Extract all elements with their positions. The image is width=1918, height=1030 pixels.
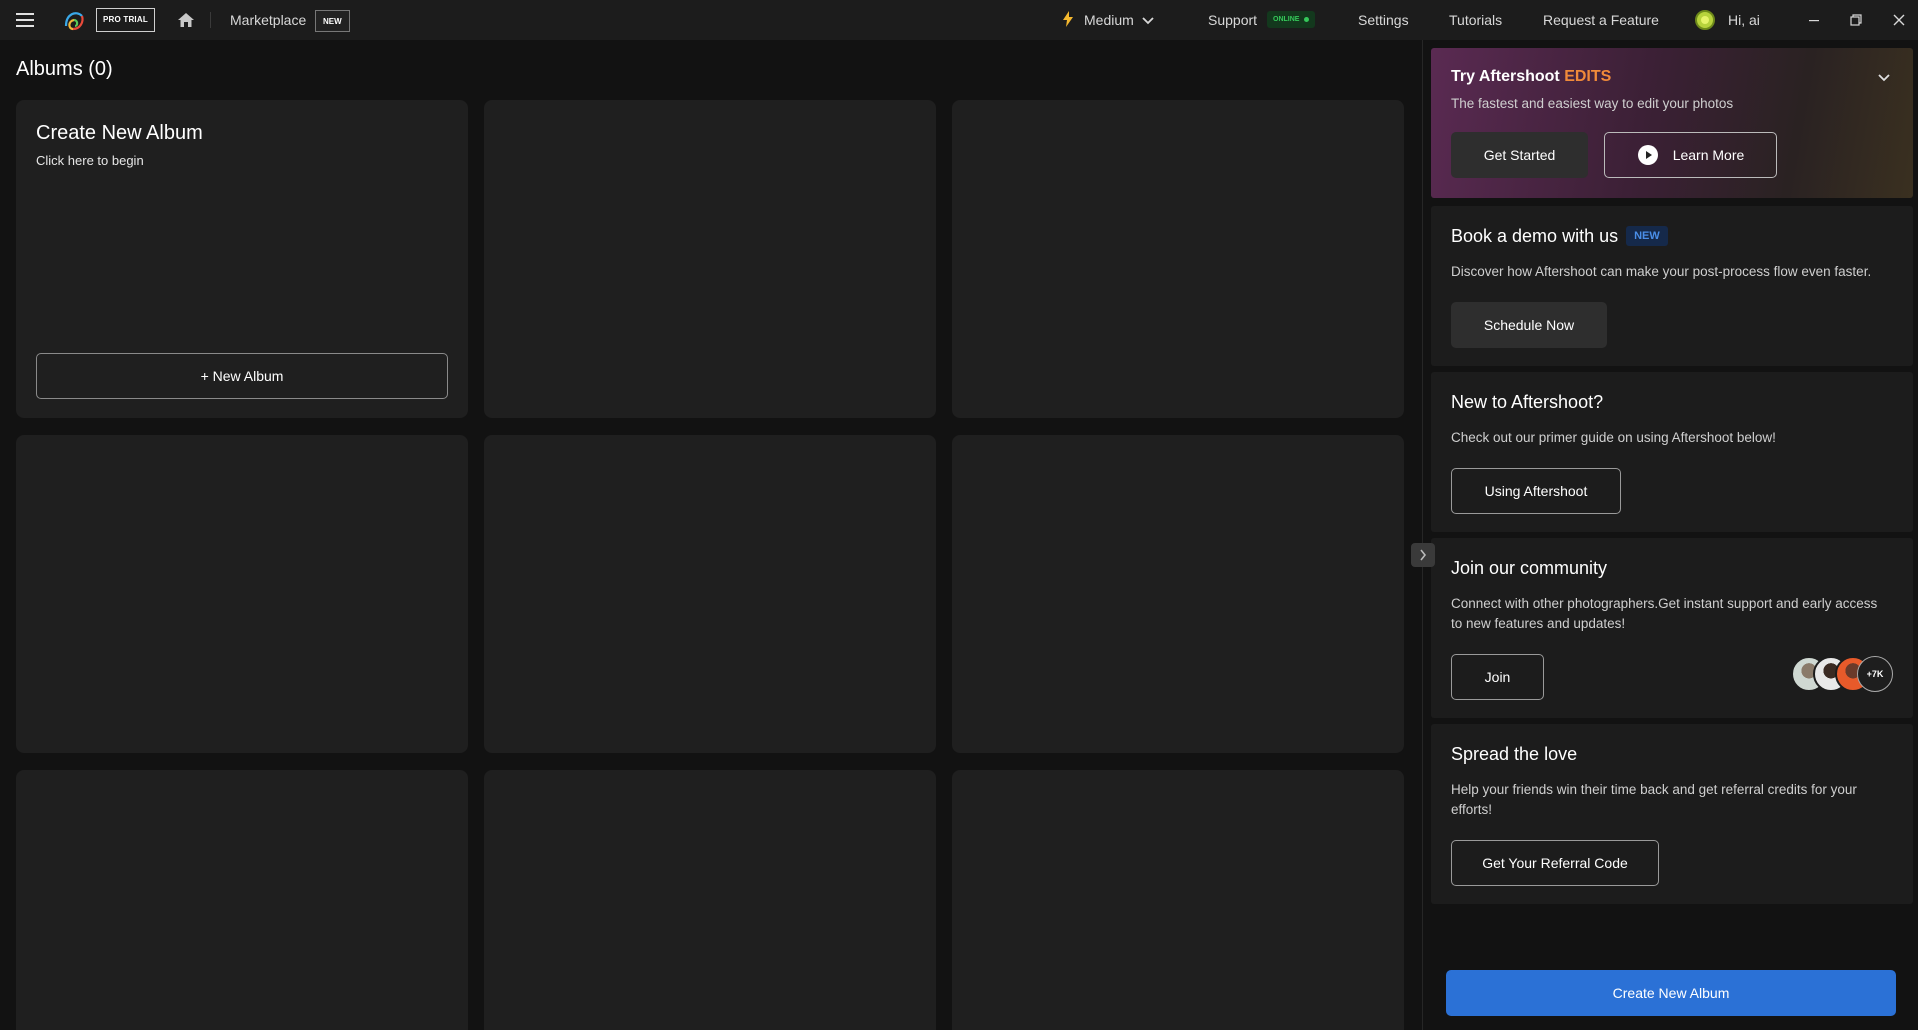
menu-icon[interactable] [16,0,38,40]
tutorials-link[interactable]: Tutorials [1449,0,1502,40]
album-placeholder-card [484,100,936,418]
demo-card: Book a demo with us NEW Discover how Afte… [1431,206,1913,366]
performance-label: Medium [1084,12,1134,28]
request-feature-link[interactable]: Request a Feature [1543,0,1659,40]
top-bar: PRO TRIAL Marketplace NEW Medium Support… [0,0,1918,40]
marketplace-new-badge: NEW [315,10,350,32]
create-album-subtitle: Click here to begin [36,153,144,168]
create-new-album-button[interactable]: Create New Album [1446,970,1896,1016]
chevron-down-icon [1142,12,1154,28]
demo-title-text: Book a demo with us [1451,226,1619,246]
support-status-label: ONLINE [1273,16,1300,23]
member-count-badge: +7K [1857,656,1893,692]
home-icon[interactable] [177,0,195,40]
create-album-card[interactable]: Create New Album Click here to begin + N… [16,100,468,418]
divider [210,12,211,28]
album-placeholder-card [952,100,1404,418]
play-icon [1637,144,1659,166]
right-panel: Try Aftershoot EDITS The fastest and eas… [1422,40,1918,1030]
album-placeholder-card [952,435,1404,753]
referral-code-button[interactable]: Get Your Referral Code [1451,840,1659,886]
pro-trial-badge[interactable]: PRO TRIAL [96,8,155,32]
join-button[interactable]: Join [1451,654,1544,700]
learn-more-button[interactable]: Learn More [1604,132,1777,178]
learn-more-label: Learn More [1672,147,1745,163]
primer-description: Check out our primer guide on using Afte… [1451,430,1776,445]
demo-description: Discover how Aftershoot can make your po… [1451,264,1872,279]
create-album-title: Create New Album [36,122,203,144]
settings-link[interactable]: Settings [1358,0,1409,40]
demo-title: Book a demo with us NEW [1451,226,1668,247]
edits-title-prefix: Try Aftershoot [1451,68,1560,85]
panel-toggle-chevron-icon[interactable] [1411,543,1435,567]
community-card: Join our community Connect with other ph… [1431,538,1913,718]
community-description: Connect with other photographers.Get ins… [1451,596,1878,631]
referral-card: Spread the love Help your friends win th… [1431,724,1913,904]
schedule-now-button[interactable]: Schedule Now [1451,302,1607,348]
edits-title-accent: EDITS [1564,68,1612,85]
new-album-button[interactable]: + New Album [36,353,448,399]
page-title: Albums (0) [16,58,113,80]
community-title: Join our community [1451,558,1608,578]
album-placeholder-card [484,435,936,753]
primer-title: New to Aftershoot? [1451,392,1604,412]
status-dot-icon [1304,17,1310,22]
get-started-button[interactable]: Get Started [1451,132,1588,178]
edits-subtitle: The fastest and easiest way to edit your… [1451,96,1734,111]
close-icon[interactable] [1887,0,1911,40]
community-avatars: +7K [1791,656,1893,692]
marketplace-link[interactable]: Marketplace [230,0,306,40]
album-placeholder-card [952,770,1404,1030]
using-aftershoot-button[interactable]: Using Aftershoot [1451,468,1621,514]
referral-description: Help your friends win their time back an… [1451,782,1857,817]
album-placeholder-card [484,770,936,1030]
demo-new-badge: NEW [1626,226,1668,246]
primer-card: New to Aftershoot? Check out our primer … [1431,372,1913,532]
album-placeholder-card [16,435,468,753]
edits-promo-card: Try Aftershoot EDITS The fastest and eas… [1431,48,1913,198]
lightning-icon [1062,10,1074,30]
minimize-icon[interactable] [1802,0,1826,40]
collapse-chevron-icon[interactable] [1877,70,1891,88]
referral-title: Spread the love [1451,744,1578,764]
restore-icon[interactable] [1844,0,1868,40]
aftershoot-logo-icon[interactable] [62,0,86,40]
support-status-badge: ONLINE [1267,11,1316,28]
album-placeholder-card [16,770,468,1030]
support-link[interactable]: Support [1208,0,1257,40]
user-avatar[interactable] [1695,10,1715,30]
performance-dropdown[interactable]: Medium [1062,0,1154,40]
user-greeting[interactable]: Hi, ai [1728,0,1760,40]
edits-title: Try Aftershoot EDITS [1451,68,1611,86]
